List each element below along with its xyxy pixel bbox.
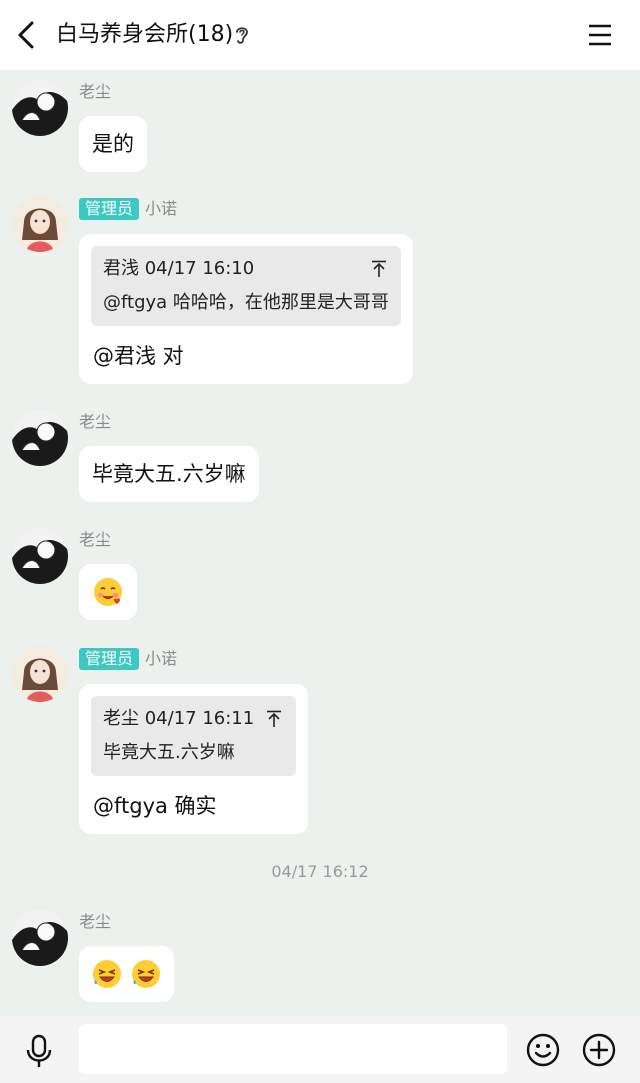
avatar[interactable] bbox=[12, 646, 68, 702]
sender-name: 小诺 bbox=[145, 199, 178, 218]
message-input[interactable] bbox=[79, 1024, 507, 1074]
avatar[interactable] bbox=[12, 196, 68, 252]
input-bar bbox=[0, 1016, 640, 1083]
message-bubble[interactable] bbox=[79, 564, 137, 620]
blushing-hearts-emoji-icon bbox=[94, 578, 122, 606]
quote-text: 毕竟大五.六岁嘛 bbox=[103, 742, 235, 763]
quoted-message[interactable]: 老尘 04/17 16:11 毕竟大五.六岁嘛 bbox=[91, 696, 297, 776]
message-text: 是的 bbox=[92, 132, 134, 156]
jump-to-top-icon[interactable] bbox=[371, 260, 387, 278]
avatar[interactable] bbox=[12, 80, 68, 136]
avatar[interactable] bbox=[12, 410, 68, 466]
laughing-tears-emoji-icon bbox=[93, 960, 121, 988]
message-text: @君浅 对 bbox=[93, 344, 184, 368]
hamburger-menu-icon[interactable] bbox=[586, 22, 614, 48]
message-bubble[interactable]: 毕竟大五.六岁嘛 bbox=[79, 446, 259, 502]
microphone-icon[interactable] bbox=[24, 1034, 54, 1068]
chat-header: 白马养身会所(18) bbox=[0, 0, 640, 70]
message-bubble[interactable]: 君浅 04/17 16:10 @ftgya 哈哈哈，在他那里是大哥哥 @君浅 对 bbox=[79, 234, 413, 384]
plus-circle-icon[interactable] bbox=[582, 1033, 616, 1067]
quote-meta: 老尘 04/17 16:11 bbox=[103, 708, 255, 729]
laughing-tears-emoji-icon bbox=[131, 960, 160, 988]
quote-text: @ftgya 哈哈哈，在他那里是大哥哥 bbox=[103, 292, 389, 313]
chat-title: 白马养身会所(18) bbox=[56, 22, 234, 47]
jump-to-top-icon[interactable] bbox=[266, 710, 282, 728]
timestamp: 04/17 16:12 bbox=[271, 862, 369, 881]
sender-name: 老尘 bbox=[79, 412, 112, 431]
chevron-left-icon[interactable] bbox=[14, 20, 42, 50]
smiley-icon[interactable] bbox=[526, 1033, 560, 1067]
message-text: 毕竟大五.六岁嘛 bbox=[92, 462, 246, 486]
sender-name: 老尘 bbox=[79, 82, 112, 101]
message-text: @ftgya 确实 bbox=[93, 794, 217, 818]
sender-name: 老尘 bbox=[79, 530, 112, 549]
quote-meta: 君浅 04/17 16:10 bbox=[103, 258, 255, 279]
message-bubble[interactable] bbox=[79, 946, 174, 1002]
message-bubble[interactable]: 老尘 04/17 16:11 毕竟大五.六岁嘛 @ftgya 确实 bbox=[79, 684, 309, 834]
sender-name: 老尘 bbox=[79, 912, 112, 931]
ear-icon bbox=[236, 27, 248, 44]
message-bubble[interactable]: 是的 bbox=[79, 116, 147, 172]
sender-name: 小诺 bbox=[145, 649, 178, 668]
quoted-message[interactable]: 君浅 04/17 16:10 @ftgya 哈哈哈，在他那里是大哥哥 bbox=[91, 246, 401, 326]
admin-badge: 管理员 bbox=[79, 198, 140, 220]
avatar[interactable] bbox=[12, 528, 68, 584]
admin-badge: 管理员 bbox=[79, 648, 140, 670]
avatar[interactable] bbox=[12, 910, 68, 966]
